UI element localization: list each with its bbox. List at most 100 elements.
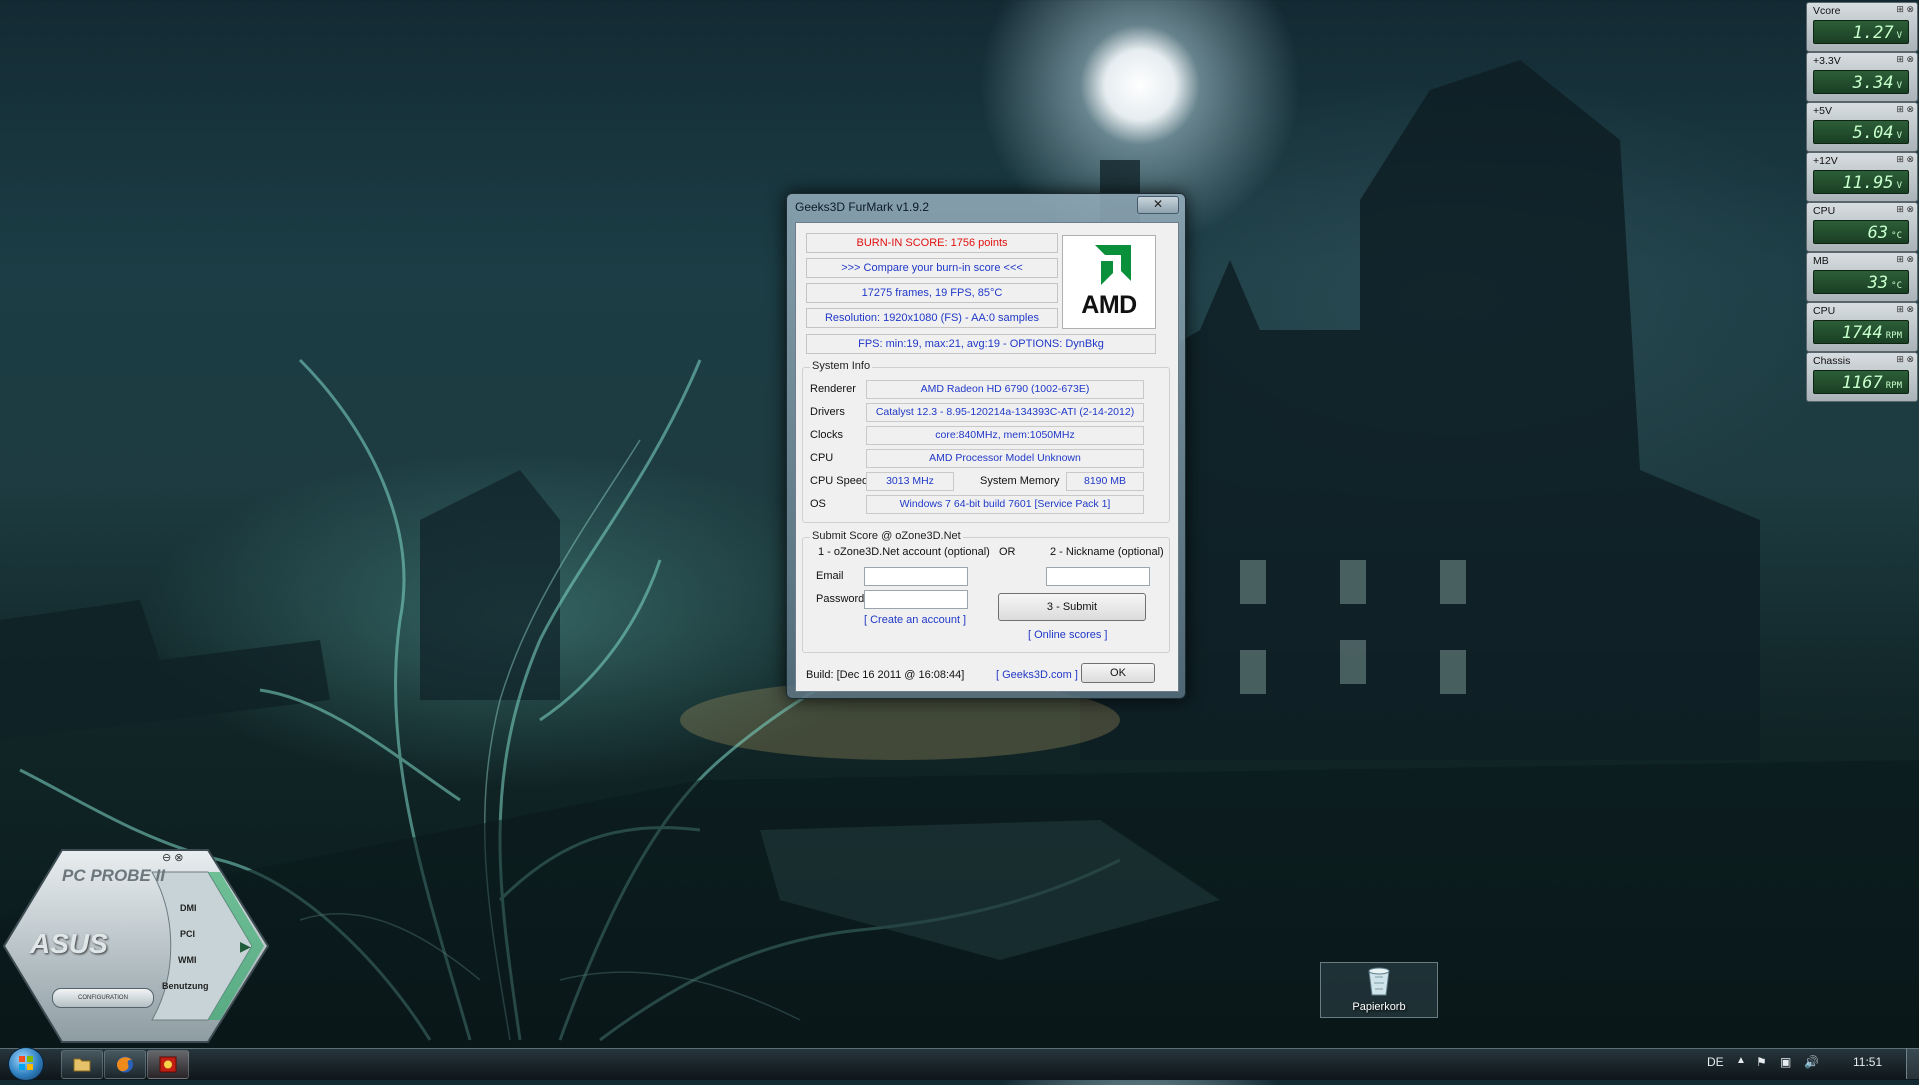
sensor-value: 1.27 [1852, 23, 1894, 43]
gadget-controls[interactable]: ⊞ ⊗ [1896, 54, 1914, 65]
sensor-value: 33 [1867, 273, 1889, 293]
sensor-display: 5.04 V [1813, 120, 1909, 144]
gadget-controls[interactable]: ⊞ ⊗ [1896, 254, 1914, 265]
amd-logo-text: AMD [1081, 291, 1137, 319]
ok-button[interactable]: OK [1081, 663, 1155, 683]
sensor-display: 1.27 V [1813, 20, 1909, 44]
pc-probe-widget[interactable]: PC PROBE II ⊖ ⊗ ASUS DMI PCI WMI Benutzu… [2, 846, 270, 1044]
gadget-controls[interactable]: ⊞ ⊗ [1896, 4, 1914, 15]
taskbar-explorer[interactable] [61, 1050, 103, 1079]
sensor-gadget[interactable]: CPU ⊞ ⊗ 1744 RPM [1806, 302, 1918, 352]
sensor-display: 1167 RPM [1813, 370, 1909, 394]
sensor-gadget[interactable]: +12V ⊞ ⊗ 11.95 V [1806, 152, 1918, 202]
sensor-gadget[interactable]: Chassis ⊞ ⊗ 1167 RPM [1806, 352, 1918, 402]
clock[interactable]: 11:51 [1853, 1055, 1882, 1069]
probe-expand-icon[interactable]: ▶ [240, 938, 251, 955]
drivers-value: Catalyst 12.3 - 8.95-120214a-134393C-ATI… [866, 403, 1144, 422]
sensor-display: 33 °C [1813, 270, 1909, 294]
windows-logo-icon [19, 1056, 33, 1070]
gadget-controls[interactable]: ⊞ ⊗ [1896, 304, 1914, 315]
gadget-controls[interactable]: ⊞ ⊗ [1896, 354, 1914, 365]
cpu-speed-value: 3013 MHz [866, 472, 954, 491]
recycle-bin[interactable]: Papierkorb [1320, 962, 1438, 1018]
sensor-label: Chassis [1813, 355, 1851, 367]
volume-icon[interactable]: 🔊 [1804, 1055, 1819, 1069]
sensor-label: CPU [1813, 305, 1836, 317]
recycle-bin-icon [1368, 967, 1390, 996]
account-label: 1 - oZone3D.Net account (optional) [818, 546, 990, 558]
amd-logo: AMD [1062, 235, 1156, 329]
sensor-value: 1744 [1841, 323, 1883, 343]
password-field[interactable] [864, 590, 968, 609]
sensor-gadget[interactable]: MB ⊞ ⊗ 33 °C [1806, 252, 1918, 302]
probe-item-usage[interactable]: Benutzung [162, 981, 209, 991]
sensor-gadget[interactable]: Vcore ⊞ ⊗ 1.27 V [1806, 2, 1918, 52]
submit-button[interactable]: 3 - Submit [998, 593, 1146, 621]
sensor-display: 63 °C [1813, 220, 1909, 244]
renderer-label: Renderer [810, 383, 856, 395]
sensor-value: 11.95 [1842, 173, 1894, 193]
sensor-gadget[interactable]: CPU ⊞ ⊗ 63 °C [1806, 202, 1918, 252]
taskbar-firefox[interactable] [104, 1050, 146, 1079]
sensor-value: 5.04 [1852, 123, 1894, 143]
email-field[interactable] [864, 567, 968, 586]
password-label: Password [816, 593, 865, 605]
drivers-label: Drivers [810, 406, 845, 418]
network-icon[interactable]: ▣ [1780, 1055, 1791, 1069]
burn-in-score: BURN-IN SCORE: 1756 points [806, 233, 1058, 253]
close-button[interactable]: ✕ [1137, 196, 1179, 214]
sensor-unit: V [1896, 81, 1902, 91]
probe-window-controls[interactable]: ⊖ ⊗ [162, 851, 184, 864]
online-scores-link[interactable]: [ Online scores ] [1028, 629, 1107, 641]
system-memory-label: System Memory [980, 475, 1060, 487]
show-hidden-icons[interactable]: ▲ [1736, 1055, 1746, 1066]
sensor-unit: °C [1891, 231, 1902, 241]
sensor-unit: RPM [1885, 331, 1902, 341]
cpu-speed-label: CPU Speed [810, 475, 869, 487]
sensor-gadget[interactable]: +3.3V ⊞ ⊗ 3.34 V [1806, 52, 1918, 102]
nickname-label: 2 - Nickname (optional) [1050, 546, 1164, 558]
compare-score-link[interactable]: >>> Compare your burn-in score <<< [806, 258, 1058, 278]
gadget-controls[interactable]: ⊞ ⊗ [1896, 154, 1914, 165]
sensor-value: 63 [1867, 223, 1889, 243]
recycle-bin-label: Papierkorb [1352, 1001, 1406, 1013]
sensor-unit: V [1896, 31, 1902, 41]
nickname-field[interactable] [1046, 567, 1150, 586]
taskbar-furmark[interactable] [147, 1050, 189, 1079]
renderer-value: AMD Radeon HD 6790 (1002-673E) [866, 380, 1144, 399]
window-title: Geeks3D FurMark v1.9.2 [795, 200, 930, 214]
os-value: Windows 7 64-bit build 7601 [Service Pac… [866, 495, 1144, 514]
probe-item-pci[interactable]: PCI [180, 929, 195, 939]
build-info: Build: [Dec 16 2011 @ 16:08:44] [806, 669, 965, 681]
sensor-unit: V [1896, 131, 1902, 141]
email-label: Email [816, 570, 844, 582]
resolution-info: Resolution: 1920x1080 (FS) - AA:0 sample… [806, 308, 1058, 328]
sensor-label: +3.3V [1813, 55, 1841, 67]
folder-icon [73, 1058, 91, 1072]
cpu-label: CPU [810, 452, 834, 464]
show-desktop-button[interactable] [1906, 1048, 1919, 1079]
sensor-unit: V [1896, 181, 1902, 191]
start-button[interactable] [8, 1047, 44, 1081]
sensor-display: 11.95 V [1813, 170, 1909, 194]
configuration-button[interactable]: CONFIGURATION [52, 988, 154, 1008]
gadget-controls[interactable]: ⊞ ⊗ [1896, 104, 1914, 115]
probe-item-wmi[interactable]: WMI [178, 955, 197, 965]
sensor-gadget[interactable]: +5V ⊞ ⊗ 5.04 V [1806, 102, 1918, 152]
clocks-label: Clocks [810, 429, 844, 441]
sensor-label: CPU [1813, 205, 1836, 217]
gadget-controls[interactable]: ⊞ ⊗ [1896, 204, 1914, 215]
create-account-link[interactable]: [ Create an account ] [864, 614, 966, 626]
geeks3d-link[interactable]: [ Geeks3D.com ] [996, 669, 1078, 681]
or-label: OR [999, 546, 1016, 558]
language-indicator[interactable]: DE [1707, 1055, 1724, 1069]
furmark-window[interactable]: Geeks3D FurMark v1.9.2 ✕ BURN-IN SCORE: … [786, 193, 1186, 699]
sensor-label: +12V [1813, 155, 1838, 167]
probe-item-dmi[interactable]: DMI [180, 903, 197, 913]
asus-logo: ASUS [30, 928, 108, 959]
action-center-flag-icon[interactable]: ⚑ [1756, 1055, 1767, 1069]
os-label: OS [810, 498, 826, 510]
sensor-value: 1167 [1841, 373, 1883, 393]
amd-arrow-icon [1095, 245, 1131, 285]
sensor-display: 1744 RPM [1813, 320, 1909, 344]
